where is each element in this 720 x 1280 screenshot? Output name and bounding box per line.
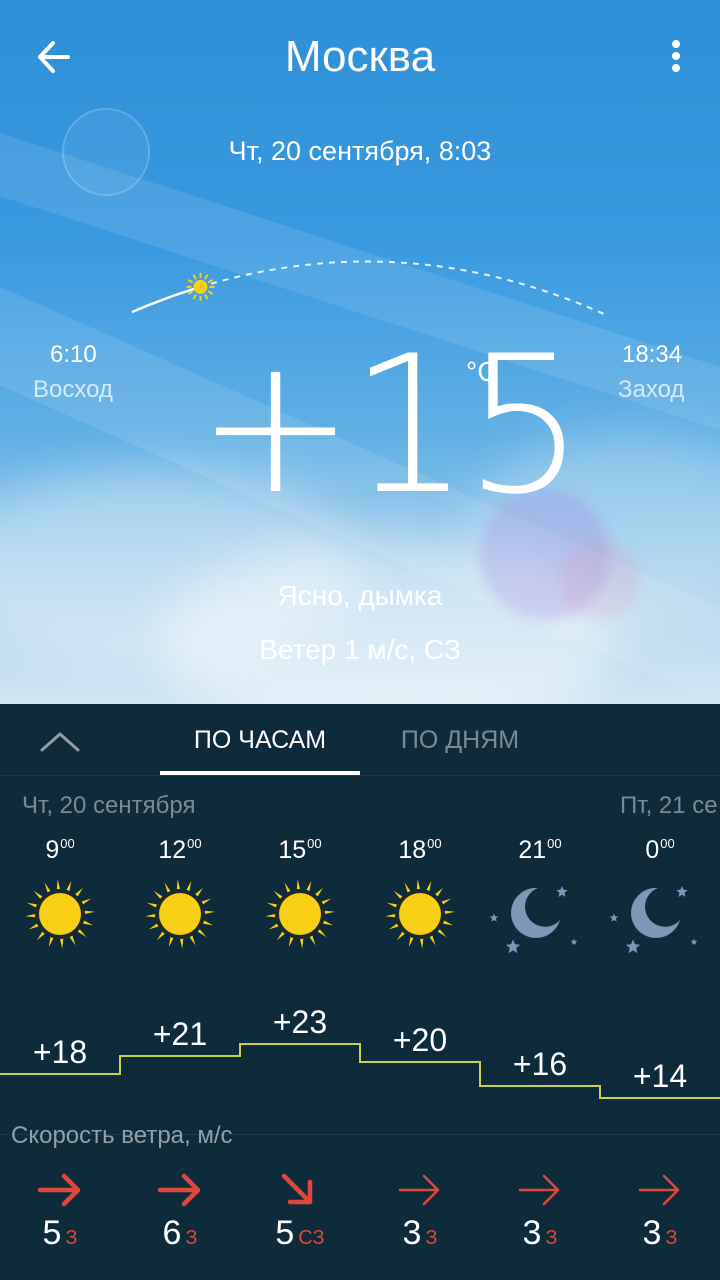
sunset-time: 18:34 [622, 341, 683, 368]
minute-value: 00 [60, 836, 75, 851]
wind-direction-arrow-icon [240, 1170, 360, 1210]
wind-speed-value: 5 [42, 1214, 62, 1252]
temperature-unit: °C [466, 356, 498, 387]
wind-speed: 5З [0, 1214, 120, 1253]
wind-direction-label: З [545, 1227, 558, 1249]
hour-label: 1800 [360, 836, 480, 865]
current-datetime: Чт, 20 сентября, 8:03 [228, 136, 492, 166]
wind-speed-value: 3 [522, 1214, 542, 1252]
hour-temperature: +21 [152, 1016, 208, 1052]
hour-temperature: +23 [272, 1004, 328, 1040]
wind-direction-arrow-icon [120, 1170, 240, 1210]
collapse-button[interactable] [34, 718, 86, 762]
wind-speed-value: 3 [642, 1214, 662, 1252]
wind-direction-arrow-icon [0, 1170, 120, 1210]
current-temperature: +15 [196, 315, 585, 536]
hour-value: 12 [158, 836, 187, 864]
hour-temperature: +20 [392, 1022, 448, 1058]
day-label-tomorrow: Пт, 21 се [620, 792, 718, 819]
hour-label: 2100 [480, 836, 600, 865]
tab-hourly[interactable]: ПО ЧАСАМ [160, 726, 360, 755]
sunrise-label: Восход [33, 376, 113, 403]
city-title: Москва [284, 32, 436, 81]
wind-direction-arrow-icon [360, 1170, 480, 1210]
back-button[interactable] [24, 30, 88, 86]
wind-speed: 3З [480, 1214, 600, 1253]
current-wind: Ветер 1 м/с, СЗ [259, 634, 461, 665]
wind-speed: 3З [600, 1214, 720, 1253]
wind-direction-arrow-icon [480, 1170, 600, 1210]
sun-icon [120, 874, 240, 954]
wind-speed: 5 СЗ [240, 1214, 360, 1253]
moon-icon [480, 874, 600, 954]
wind-direction-label: СЗ [298, 1227, 325, 1249]
wind-direction-arrow-icon [600, 1170, 720, 1210]
wind-direction-label: З [665, 1227, 678, 1249]
forecast-tabs: ПО ЧАСАМ ПО ДНЯМ [0, 704, 720, 776]
wind-direction-label: З [185, 1227, 198, 1249]
hour-value: 0 [645, 836, 660, 864]
sunset-label: Заход [618, 376, 685, 403]
hour-label: 000 [600, 836, 720, 865]
weather-sky-header: Москва Чт, 20 сентября, 8:03 6:10 Восход… [0, 0, 720, 704]
more-vert-icon [672, 40, 680, 72]
hour-value: 21 [518, 836, 547, 864]
hour-label: 900 [0, 836, 120, 865]
sun-icon [0, 874, 120, 954]
minute-value: 00 [307, 836, 322, 851]
app-bar: Москва [0, 0, 720, 116]
sunrise-time: 6:10 [50, 341, 97, 368]
current-condition: Ясно, дымка [277, 580, 443, 611]
hour-temperature: +14 [632, 1058, 688, 1094]
sun-icon [360, 874, 480, 954]
hour-label: 1200 [120, 836, 240, 865]
hour-temperature: +16 [512, 1046, 568, 1082]
wind-section-title: Скорость ветра, м/с [11, 1122, 233, 1149]
wind-direction-label: З [425, 1227, 438, 1249]
sun-position-icon [186, 272, 215, 301]
active-tab-indicator [160, 771, 360, 775]
hour-value: 15 [278, 836, 307, 864]
day-label-today: Чт, 20 сентября [22, 792, 196, 819]
wind-speed-value: 6 [162, 1214, 182, 1252]
hour-value: 9 [45, 836, 60, 864]
wind-speed: 3З [360, 1214, 480, 1253]
minute-value: 00 [427, 836, 442, 851]
wind-speed: 6З [120, 1214, 240, 1253]
back-arrow-icon [38, 41, 70, 73]
minute-value: 00 [660, 836, 675, 851]
overflow-menu-button[interactable] [650, 30, 702, 86]
minute-value: 00 [547, 836, 562, 851]
hour-label: 1500 [240, 836, 360, 865]
forecast-panel: ПО ЧАСАМ ПО ДНЯМ Чт, 20 сентября Пт, 21 … [0, 704, 720, 1280]
sun-icon [240, 874, 360, 954]
hour-temperature: +18 [32, 1034, 88, 1070]
hour-value: 18 [398, 836, 427, 864]
chevron-up-icon [40, 732, 80, 752]
wind-speed-value: 5 [275, 1214, 295, 1252]
wind-direction-label: З [65, 1227, 78, 1249]
wind-speed-value: 3 [402, 1214, 422, 1252]
moon-icon [600, 874, 720, 954]
minute-value: 00 [187, 836, 202, 851]
tab-daily[interactable]: ПО ДНЯМ [360, 726, 560, 755]
